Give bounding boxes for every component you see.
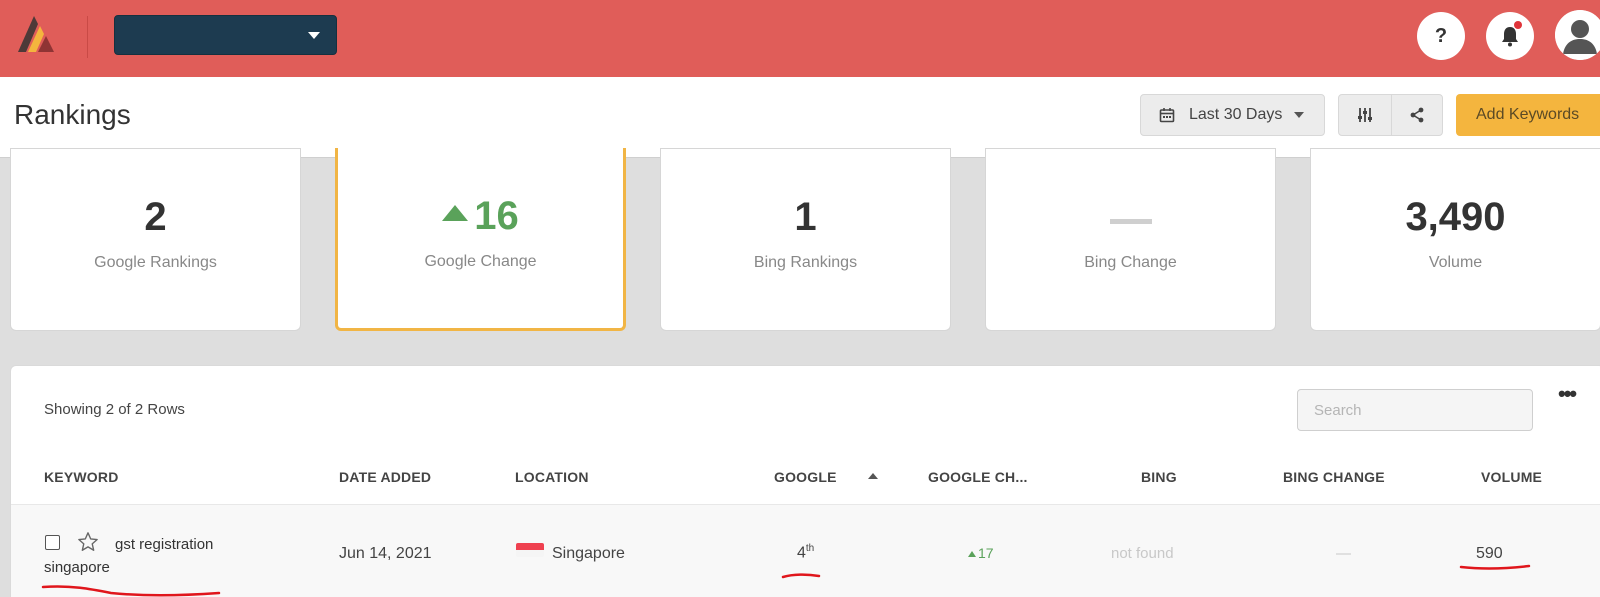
triangle-up-icon — [442, 205, 469, 221]
bing-cell: not found — [1111, 545, 1174, 562]
topbar-divider — [87, 16, 88, 58]
date-added-cell: Jun 14, 2021 — [339, 545, 432, 562]
google-rank-value: 4 — [797, 544, 806, 562]
calendar-icon — [1159, 108, 1175, 123]
rankings-table-panel: Showing 2 of 2 Rows ••• KEYWORD DATE ADD… — [10, 365, 1600, 597]
sort-ascending-icon[interactable] — [868, 473, 878, 479]
rows-count-label: Showing 2 of 2 Rows — [44, 401, 185, 418]
column-header-volume[interactable]: VOLUME — [1481, 469, 1542, 485]
column-header-google-change[interactable]: GOOGLE CH... — [928, 469, 1028, 485]
top-bar: ? — [0, 0, 1600, 77]
singapore-flag-icon — [516, 543, 544, 557]
annotation-underline — [1459, 564, 1531, 570]
google-rank-suffix: th — [805, 543, 815, 554]
share-icon — [1410, 107, 1424, 123]
empty-value-dash — [1109, 219, 1152, 224]
triangle-up-icon — [968, 551, 976, 557]
add-keywords-button[interactable]: Add Keywords — [1456, 94, 1600, 136]
stat-card-bing-rankings[interactable]: 1 Bing Rankings — [660, 148, 951, 331]
column-header-google[interactable]: GOOGLE — [774, 469, 837, 485]
share-button[interactable] — [1390, 95, 1443, 135]
stat-value: 2 — [144, 195, 167, 239]
date-range-label: Last 30 Days — [1189, 106, 1283, 123]
stat-label: Bing Rankings — [753, 254, 858, 271]
search-input[interactable] — [1297, 389, 1533, 431]
stat-value: 3,490 — [1405, 195, 1506, 239]
annotation-underline — [781, 573, 821, 579]
toolbar-button-group — [1338, 94, 1443, 136]
date-range-button[interactable]: Last 30 Days — [1140, 94, 1325, 136]
column-header-bing-change[interactable]: BING CHANGE — [1283, 469, 1385, 485]
settings-button[interactable] — [1339, 95, 1391, 135]
google-rank-cell: 4th — [797, 543, 814, 562]
column-header-date-added[interactable]: DATE ADDED — [339, 469, 431, 485]
notification-dot — [1514, 21, 1522, 29]
page-header: Rankings Last 30 Days Add Keywords — [0, 77, 1600, 158]
user-avatar-button[interactable] — [1555, 10, 1600, 60]
keyword-link[interactable]: gst registration singapore — [44, 533, 244, 579]
account-select[interactable] — [114, 15, 337, 55]
column-header-bing[interactable]: BING — [1141, 469, 1177, 485]
page-title: Rankings — [14, 99, 131, 130]
table-row[interactable]: gst registration singapore Jun 14, 2021 … — [11, 504, 1600, 597]
caret-down-icon — [1294, 112, 1305, 118]
stat-value: 16 — [338, 194, 623, 239]
stat-value-number: 16 — [474, 194, 519, 238]
stat-card-google-rankings[interactable]: 2 Google Rankings — [10, 148, 301, 331]
bing-change-cell: — — [1336, 545, 1351, 562]
notifications-button[interactable] — [1486, 12, 1534, 60]
stat-label: Google Rankings — [94, 254, 217, 271]
sliders-icon — [1357, 108, 1372, 122]
google-change-cell: 17 — [968, 545, 994, 561]
stat-card-volume[interactable]: 3,490 Volume — [1310, 148, 1600, 331]
stat-label: Volume — [1428, 254, 1483, 271]
help-button[interactable]: ? — [1417, 12, 1465, 60]
location-cell: Singapore — [552, 545, 625, 562]
triangle-logo-icon[interactable] — [14, 12, 58, 56]
annotation-underline — [41, 585, 221, 597]
column-header-location[interactable]: LOCATION — [515, 469, 589, 485]
help-icon: ? — [1434, 24, 1448, 47]
stat-card-google-change[interactable]: 16 Google Change — [335, 148, 626, 331]
stat-label: Bing Change — [1084, 254, 1177, 271]
stat-label: Google Change — [424, 253, 537, 270]
more-options-icon[interactable]: ••• — [1558, 381, 1577, 407]
stat-value: 1 — [794, 195, 817, 239]
stat-card-bing-change[interactable]: Bing Change — [985, 148, 1276, 331]
caret-down-icon — [308, 32, 320, 39]
column-header-keyword[interactable]: KEYWORD — [44, 469, 119, 485]
google-change-value: 17 — [978, 545, 994, 561]
user-avatar-icon — [1555, 10, 1600, 60]
